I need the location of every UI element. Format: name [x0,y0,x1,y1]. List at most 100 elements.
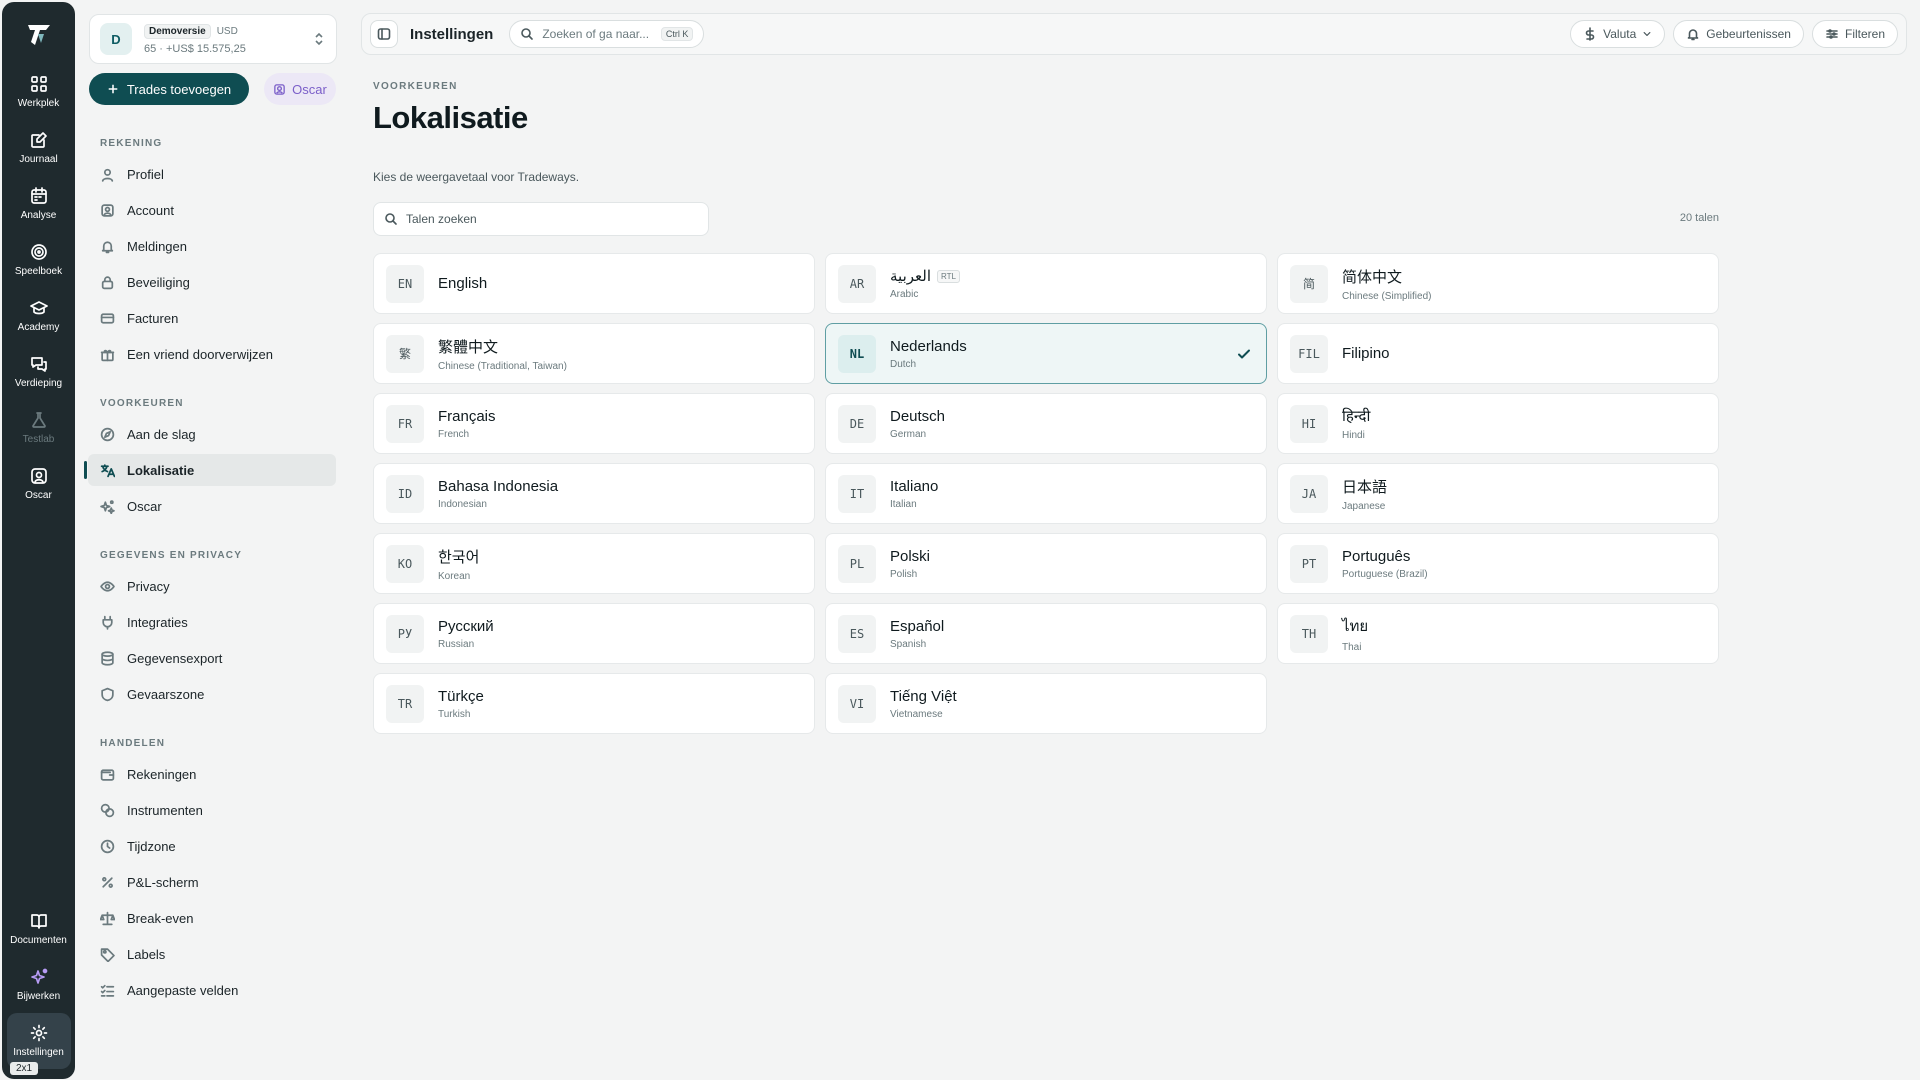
language-native-name: 繁體中文 [438,338,499,356]
rail-item-testlab[interactable]: Testlab [7,400,71,456]
language-card[interactable]: PL Polski Polish [825,533,1267,594]
language-card[interactable]: VI Tiếng Việt Vietnamese [825,673,1267,734]
sidebar-item-label: Tijdzone [127,838,176,854]
language-card[interactable]: ES Español Spanish [825,603,1267,664]
language-native-name: Polski [890,547,931,565]
language-card[interactable]: AR العربية RTL Arabic [825,253,1267,314]
sidebar-item-label: Gevaarszone [127,686,205,702]
sidebar-item-rekeningen[interactable]: Rekeningen [88,758,336,790]
settings-sidebar: D Demoversie USD 65 · +US$ 15.575,25 Tra… [76,0,348,1080]
rail-item-bijwerken[interactable]: Bijwerken [7,957,71,1013]
language-card[interactable]: JA 日本語 Japanese [1277,463,1719,524]
language-card[interactable]: KO 한국어 Korean [373,533,815,594]
flask-icon [31,412,46,428]
language-native-name: 简体中文 [1342,268,1403,286]
chat-icon [30,357,47,372]
sidebar-section-title: VOORKEUREN [100,398,184,409]
facturen-icon [100,312,115,324]
rail-item-oscar[interactable]: Oscar [7,456,71,512]
rail-item-documenten[interactable]: Documenten [7,901,71,957]
sidebar-item-een-vriend-doorverwijzen[interactable]: Een vriend doorverwijzen [88,338,336,370]
add-trades-button[interactable]: Trades toevoegen [89,73,249,105]
sparkle-icon [30,968,47,984]
rail-item-verdieping[interactable]: Verdieping [7,344,71,400]
language-card[interactable]: HI हिन्दी Hindi [1277,393,1719,454]
sidebar-item-account[interactable]: Account [88,194,336,226]
language-code-badge: VI [838,684,876,723]
language-card[interactable]: TH ไทย Thai [1277,603,1719,664]
oscar-label: Oscar [292,81,327,97]
language-native-name: Bahasa Indonesia [438,477,559,495]
language-card[interactable]: PT Português Portuguese (Brazil) [1277,533,1719,594]
language-english-name: Portuguese (Brazil) [1342,568,1428,580]
language-card[interactable]: DE Deutsch German [825,393,1267,454]
sidebar-item-facturen[interactable]: Facturen [88,302,336,334]
sidebar-item-labels[interactable]: Labels [88,938,336,970]
sidebar-item-oscar[interactable]: Oscar [88,490,336,522]
sidebar-item-aangepaste-velden[interactable]: Aangepaste velden [88,974,336,1006]
language-code-badge: JA [1290,474,1328,513]
language-code-badge: ID [386,474,424,513]
page-title-topbar: Instellingen [410,25,494,43]
sidebar-item-integraties[interactable]: Integraties [88,606,336,638]
app-rail: Werkplek Journaal Analyse Speelboek Academy V… [2,2,75,1079]
rail-item-analyse[interactable]: Analyse [7,176,71,232]
currency-button[interactable]: Valuta [1570,20,1666,48]
language-english-name: Turkish [438,708,471,720]
language-code-badge: AR [838,264,876,303]
sidebar-item-beveiliging[interactable]: Beveiliging [88,266,336,298]
global-search-input[interactable]: Zoeken of ga naar... Ctrl K [509,20,705,48]
rail-item-instellingen[interactable]: Instellingen [6,1013,71,1069]
sidebar-item-lokalisatie[interactable]: Lokalisatie [84,454,336,486]
account-switcher[interactable]: D Demoversie USD 65 · +US$ 15.575,25 [89,14,337,64]
sidebar-item-label: Lokalisatie [127,462,195,478]
graduation-cap-icon [29,301,48,315]
oscar-button[interactable]: Oscar [264,73,336,105]
language-card[interactable]: РУ Русский Russian [373,603,815,664]
sidebar-item-privacy[interactable]: Privacy [88,570,336,602]
sidebar-item-instrumenten[interactable]: Instrumenten [88,794,336,826]
tradeways-logo[interactable] [24,20,54,50]
sidebar-item-gevaarszone[interactable]: Gevaarszone [88,678,336,710]
sidebar-section-title: GEGEVENS EN PRIVACY [100,550,243,561]
book-icon [30,914,47,929]
rail-item-werkplek[interactable]: Werkplek [7,64,71,120]
sidebar-item-p-l-scherm[interactable]: P&L-scherm [88,866,336,898]
chevron-down-icon [1643,31,1651,36]
language-native-name: English [438,275,488,292]
sidebar-item-label: Gegevensexport [127,650,223,666]
language-code-badge: HI [1290,404,1328,443]
language-card[interactable]: EN English [373,253,815,314]
language-search-placeholder: Talen zoeken [406,212,477,226]
rail-item-journaal[interactable]: Journaal [7,120,71,176]
language-card[interactable]: IT Italiano Italian [825,463,1267,524]
sidebar-item-gegevensexport[interactable]: Gegevensexport [88,642,336,674]
sidebar-item-meldingen[interactable]: Meldingen [88,230,336,262]
language-card[interactable]: 繁繁體中文 Chinese (Traditional, Taiwan) [373,323,815,384]
sidebar-item-aan-de-slag[interactable]: Aan de slag [88,418,336,450]
gegevensexport-icon [101,650,114,666]
sidebar-item-profiel[interactable]: Profiel [88,158,336,190]
sidebar-item-label: Aan de slag [127,426,196,442]
sidebar-toggle-button[interactable] [370,20,398,48]
rail-item-speelboek[interactable]: Speelboek [7,232,71,288]
grid-icon [30,76,47,92]
language-card[interactable]: TR Türkçe Turkish [373,673,815,734]
language-native-name: Français [438,407,496,425]
sidebar-item-label: Aangepaste velden [127,982,239,998]
language-card[interactable]: FIL Filipino [1277,323,1719,384]
language-card[interactable]: ID Bahasa Indonesia Indonesian [373,463,815,524]
language-card[interactable]: 简简体中文 Chinese (Simplified) [1277,253,1719,314]
account-currency: USD [216,25,238,37]
filter-button[interactable]: Filteren [1811,20,1898,48]
sidebar-item-break-even[interactable]: Break-even [88,902,336,934]
add-trades-label: Trades toevoegen [126,81,232,97]
language-search-input[interactable]: Talen zoeken [373,202,709,236]
language-card[interactable]: FR Français French [373,393,815,454]
language-card[interactable]: NL Nederlands Dutch [825,323,1267,384]
meldingen-icon [101,240,114,253]
target-icon [30,244,47,260]
sidebar-item-tijdzone[interactable]: Tijdzone [88,830,336,862]
events-button[interactable]: Gebeurtenissen [1673,20,1804,48]
rail-item-academy[interactable]: Academy [7,288,71,344]
